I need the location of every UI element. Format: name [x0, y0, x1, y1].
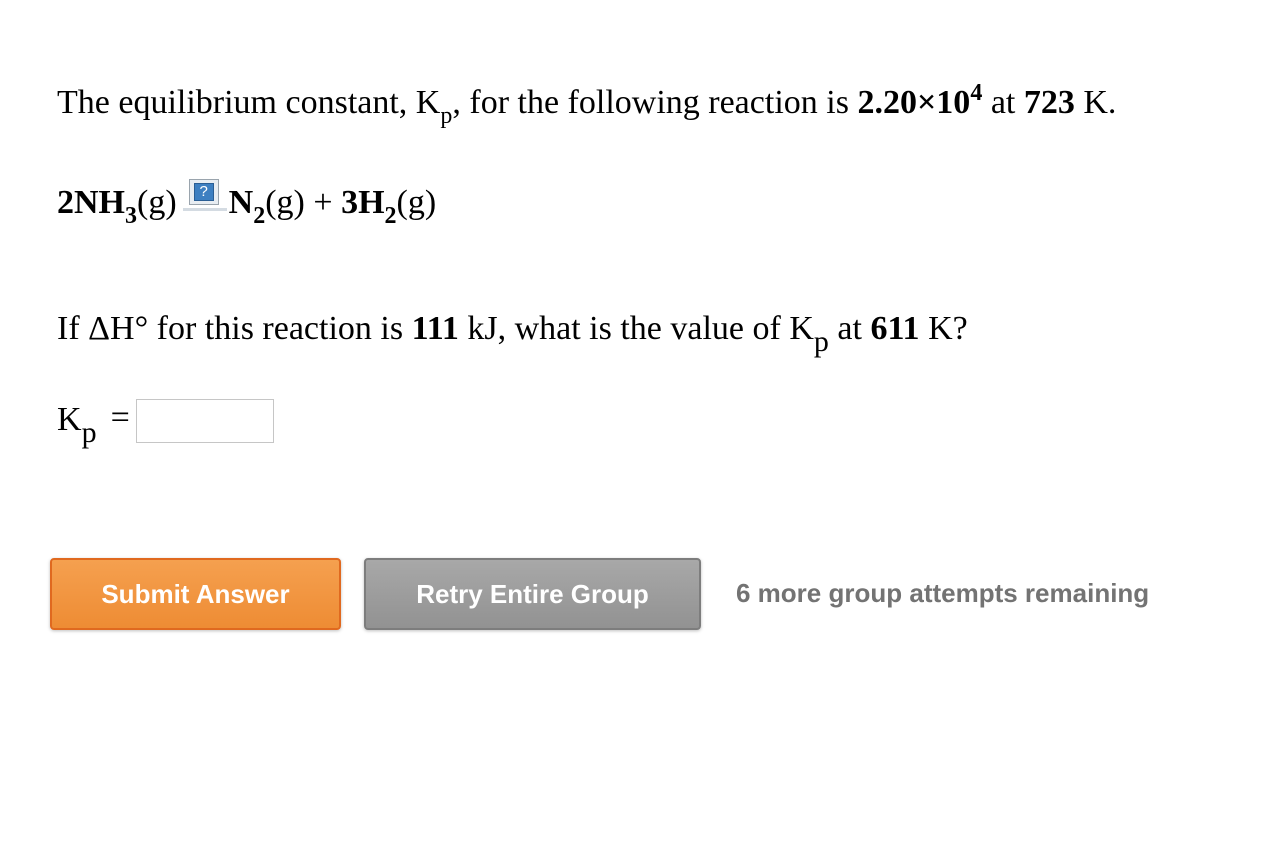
intro-temperature-unit: K.: [1074, 84, 1117, 121]
question-intro: The equilibrium constant, Kp, for the fo…: [57, 81, 1117, 128]
product2-state: (g): [396, 184, 437, 221]
attempts-remaining-text: 6 more group attempts remaining: [736, 578, 1150, 608]
equilibrium-arrow-placeholder[interactable]: ?: [182, 179, 227, 215]
question-middle: kJ, what is the value of K: [458, 310, 814, 347]
question-text: If ΔH° for this reaction is 111 kJ, what…: [57, 309, 968, 357]
enthalpy-value: 111: [411, 310, 459, 347]
product-h2: 3H2: [341, 184, 396, 228]
intro-prefix: The equilibrium constant, K: [57, 84, 441, 121]
reactant-state: (g): [137, 184, 177, 221]
product2-subscript: 2: [384, 203, 397, 229]
help-question-icon: ?: [193, 183, 214, 202]
chemical-equation: 2NH3(g)? N2(g) + 3H2(g): [57, 179, 437, 228]
product1-formula: N: [228, 184, 254, 221]
intro-at: at: [982, 84, 1024, 121]
submit-answer-button[interactable]: Submit Answer: [50, 558, 341, 630]
question-temperature-unit: K?: [919, 310, 968, 347]
product-n2: N2: [228, 184, 266, 228]
intro-temperature: 723: [1023, 84, 1075, 121]
question-prefix: If ΔH° for this reaction is: [57, 310, 412, 347]
answer-row: Kp =: [57, 398, 140, 448]
k-exponent: 4: [970, 80, 983, 106]
question-at: at: [828, 310, 871, 347]
intro-kp-subscript: p: [440, 103, 453, 129]
plus-sign: +: [304, 184, 342, 221]
retry-entire-group-button[interactable]: Retry Entire Group: [364, 558, 701, 630]
question-temperature: 611: [870, 310, 920, 347]
equals-sign: =: [110, 399, 130, 436]
reactant-nh3: 2NH3: [57, 184, 137, 228]
question-kp-subscript: p: [813, 325, 829, 358]
product1-state: (g): [265, 184, 305, 221]
kp-label-subscript: p: [81, 416, 97, 450]
kp-label-main: K: [57, 401, 82, 439]
k-mantissa: 2.20×10: [857, 84, 971, 121]
kp-label: Kp: [57, 400, 97, 448]
equilibrium-constant-value: 2.20×104: [857, 81, 982, 121]
arrow-underline: [182, 208, 227, 212]
reactant-subscript: 3: [125, 203, 137, 229]
reactant-formula: 2NH: [57, 184, 125, 221]
kp-answer-input[interactable]: [136, 399, 274, 443]
product2-formula: 3H: [341, 184, 385, 221]
product1-subscript: 2: [253, 203, 266, 229]
help-icon-frame: ?: [188, 179, 219, 206]
intro-middle: , for the following reaction is: [452, 84, 858, 121]
